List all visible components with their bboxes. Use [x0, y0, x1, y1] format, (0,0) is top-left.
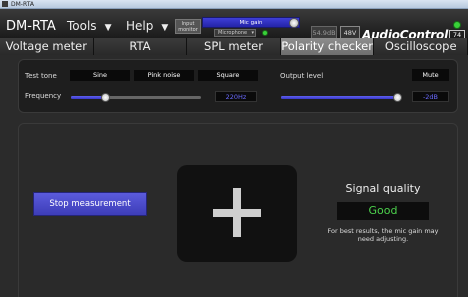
tone-option-sine[interactable]: Sine — [70, 70, 130, 81]
app-name: DM-RTA — [6, 19, 56, 34]
input-source-value: Microphone — [218, 30, 248, 36]
chevron-down-icon: ▼ — [104, 23, 112, 33]
frequency-slider-knob[interactable] — [101, 93, 110, 102]
chevron-down-icon: ▾ — [251, 30, 254, 36]
menu-tools[interactable]: Tools ▼ — [67, 19, 111, 33]
tab-rta[interactable]: RTA — [93, 38, 188, 55]
output-level-value[interactable]: -2dB — [412, 91, 449, 102]
test-tone-label: Test tone — [25, 72, 57, 80]
plus-icon-bar — [213, 209, 261, 217]
stop-measurement-button[interactable]: Stop measurement — [33, 192, 147, 216]
signal-quality-value: Good — [337, 202, 429, 220]
window-titlebar: DM-RTA — [0, 0, 468, 9]
signal-quality-title: Signal quality — [345, 182, 421, 195]
menu-help-label: Help — [126, 19, 154, 33]
tab-polarity-checker[interactable]: Polarity checker — [280, 38, 375, 55]
tab-spl-meter[interactable]: SPL meter — [187, 38, 281, 55]
output-level-slider-fill — [281, 96, 397, 99]
measurement-panel: Stop measurement Signal quality Good For… — [18, 123, 458, 297]
tone-option-pink-noise[interactable]: Pink noise — [134, 70, 194, 81]
frequency-slider-fill — [71, 96, 105, 99]
battery-status-icon — [453, 21, 461, 29]
frequency-label: Frequency — [25, 92, 62, 100]
input-monitor-button[interactable]: Input monitor — [175, 19, 201, 34]
chevron-down-icon: ▼ — [161, 23, 169, 33]
tab-voltage-meter[interactable]: Voltage meter — [0, 38, 94, 55]
signal-quality-note: For best results, the mic gain may need … — [327, 227, 439, 243]
menu-help[interactable]: Help ▼ — [126, 19, 168, 33]
input-source-select[interactable]: Microphone ▾ — [214, 29, 256, 37]
window-title: DM-RTA — [11, 1, 34, 8]
settings-panel: Test tone Sine Pink noise Square Output … — [18, 59, 458, 113]
tab-bar: Voltage meter RTA SPL meter Polarity che… — [0, 38, 468, 55]
input-status-indicator — [262, 30, 268, 36]
tab-oscilloscope[interactable]: Oscilloscope — [374, 38, 468, 55]
app-icon — [2, 1, 8, 7]
mic-gain-slider[interactable]: Mic gain — [202, 17, 300, 28]
mute-button[interactable]: Mute — [412, 69, 449, 81]
mic-gain-knob[interactable] — [289, 18, 299, 28]
menu-tools-label: Tools — [67, 19, 97, 33]
frequency-value[interactable]: 220Hz — [215, 91, 257, 102]
output-level-label: Output level — [280, 72, 324, 80]
output-level-slider-knob[interactable] — [393, 93, 402, 102]
menubar: DM-RTA Tools ▼ Help ▼ Input monitor Mic ga… — [0, 9, 468, 42]
tone-option-square[interactable]: Square — [198, 70, 258, 81]
polarity-indicator — [177, 165, 297, 262]
